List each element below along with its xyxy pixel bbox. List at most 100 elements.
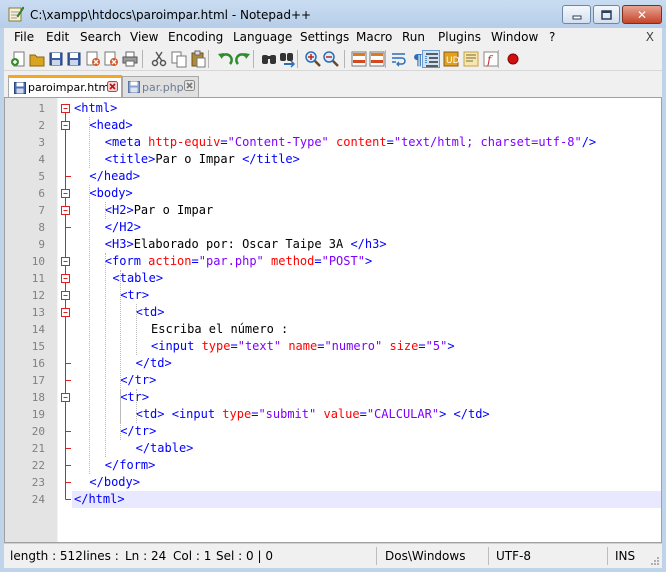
menu-encoding[interactable]: Encoding xyxy=(168,30,223,44)
print-button[interactable] xyxy=(121,50,139,68)
minimize-button[interactable] xyxy=(562,5,591,24)
menu-run[interactable]: Run xyxy=(402,30,425,44)
save-all-icon xyxy=(67,52,81,66)
menu-plugins[interactable]: Plugins xyxy=(438,30,481,44)
code-area[interactable]: <html> <head> <meta http-equiv="Content-Ty… xyxy=(72,98,661,542)
code-token: Escriba el número : xyxy=(151,322,289,336)
line-number: 23 xyxy=(31,476,45,489)
record-macro-icon xyxy=(507,53,519,65)
find-button[interactable] xyxy=(260,50,278,68)
line-number: 4 xyxy=(38,153,45,166)
redo-button[interactable] xyxy=(234,50,252,68)
code-token: http-equiv xyxy=(148,135,221,149)
new-file-button[interactable] xyxy=(10,50,28,68)
menu-settings[interactable]: Settings xyxy=(300,30,349,44)
window-close-button[interactable]: ✕ xyxy=(622,5,662,24)
code-token: </form> xyxy=(104,458,156,472)
code-line: </form> xyxy=(72,457,661,474)
fold-margin[interactable] xyxy=(57,98,72,542)
code-token: method xyxy=(271,254,315,268)
title-bar[interactable]: C:\xampp\htdocs\paroimpar.html - Notepad… xyxy=(0,0,666,28)
indent-guide xyxy=(89,117,91,168)
status-insert-mode: INS xyxy=(615,549,636,563)
line-number: 22 xyxy=(31,459,45,472)
close-icon: ✕ xyxy=(636,7,648,22)
user-language-button[interactable]: UDL xyxy=(442,50,460,68)
code-line: <H2>Par o Impar xyxy=(72,202,661,219)
replace-button[interactable] xyxy=(278,50,296,68)
menu-bar: File Edit Search View Encoding Language … xyxy=(4,28,662,47)
menu-window[interactable]: Window xyxy=(491,30,538,44)
open-file-button[interactable] xyxy=(28,50,46,68)
copy-button[interactable] xyxy=(170,50,188,68)
close-all-button[interactable] xyxy=(102,50,120,68)
code-token: Elaborado por: Oscar Taipe 3A xyxy=(133,237,351,251)
line-number: 15 xyxy=(31,340,45,353)
indent-guide-button[interactable] xyxy=(422,50,440,68)
line-number: 24 xyxy=(31,493,45,506)
code-token: </tr> xyxy=(120,373,157,387)
tab-close-icon[interactable] xyxy=(107,81,118,92)
code-line: <td> xyxy=(72,304,661,321)
menu-edit[interactable]: Edit xyxy=(46,30,69,44)
code-token: type xyxy=(222,407,252,421)
code-token: <H2> xyxy=(104,203,134,217)
undo-button[interactable] xyxy=(216,50,234,68)
cut-button[interactable] xyxy=(150,50,168,68)
toolbar-separator xyxy=(142,50,143,68)
maximize-button[interactable] xyxy=(593,5,620,24)
code-token: name xyxy=(288,339,318,353)
code-token: <form xyxy=(104,254,149,268)
doc-map-button[interactable] xyxy=(462,50,480,68)
tab-bar: paroimpar.html par.php xyxy=(4,71,662,97)
code-token: </tr> xyxy=(120,424,157,438)
code-token: = xyxy=(359,407,367,421)
code-token: </table> xyxy=(135,441,194,455)
resize-grip-icon[interactable] xyxy=(650,556,660,566)
line-number: 12 xyxy=(31,289,45,302)
code-token: "CALCULAR" xyxy=(366,407,440,421)
indent-guide xyxy=(120,287,122,372)
zoom-out-button[interactable] xyxy=(322,50,340,68)
menu-language[interactable]: Language xyxy=(233,30,292,44)
save-button[interactable] xyxy=(47,50,65,68)
menu-view[interactable]: View xyxy=(130,30,158,44)
code-token: "par.php" xyxy=(198,254,264,268)
zoom-in-button[interactable] xyxy=(304,50,322,68)
save-all-button[interactable] xyxy=(65,50,83,68)
menu-search[interactable]: Search xyxy=(80,30,121,44)
code-line: <H3>Elaborado por: Oscar Taipe 3A </h3> xyxy=(72,236,661,253)
status-column: Col : 1 xyxy=(173,549,212,563)
line-number: 14 xyxy=(31,323,45,336)
code-line: <meta http-equiv="Content-Type" content=… xyxy=(72,134,661,151)
menu-help[interactable]: ? xyxy=(549,30,555,44)
code-token: </td> xyxy=(135,356,172,370)
paste-button[interactable] xyxy=(189,50,207,68)
sync-horizontal-button[interactable] xyxy=(368,50,386,68)
code-token: = xyxy=(220,135,228,149)
copy-icon xyxy=(171,51,187,68)
tab-close-icon[interactable] xyxy=(184,80,195,91)
menu-file[interactable]: File xyxy=(14,30,34,44)
record-macro-button[interactable] xyxy=(504,50,522,68)
tab-par-php[interactable]: par.php xyxy=(122,76,199,97)
code-token: </head> xyxy=(89,169,140,183)
code-editor[interactable]: 1 2 3 4 5 6 7 8 9 10 11 12 13 14 15 16 17 18 19 20 21 22 23 24 … xyxy=(4,97,662,543)
indent-guide xyxy=(135,389,137,423)
sync-vertical-button[interactable] xyxy=(350,50,368,68)
code-token: </html> xyxy=(74,492,125,506)
close-file-button[interactable] xyxy=(84,50,102,68)
doc-map-icon xyxy=(463,51,479,67)
close-document-x[interactable]: X xyxy=(646,30,654,44)
menu-macro[interactable]: Macro xyxy=(356,30,392,44)
code-token: size xyxy=(389,339,419,353)
tab-paroimpar-html[interactable]: paroimpar.html xyxy=(8,75,122,97)
code-line: </body> xyxy=(72,474,661,491)
indent-guide xyxy=(104,253,106,457)
word-wrap-button[interactable] xyxy=(390,50,408,68)
code-token: "5" xyxy=(425,339,448,353)
status-divider xyxy=(607,547,608,565)
code-token: "text" xyxy=(237,339,282,353)
fold-markers[interactable] xyxy=(58,98,73,543)
